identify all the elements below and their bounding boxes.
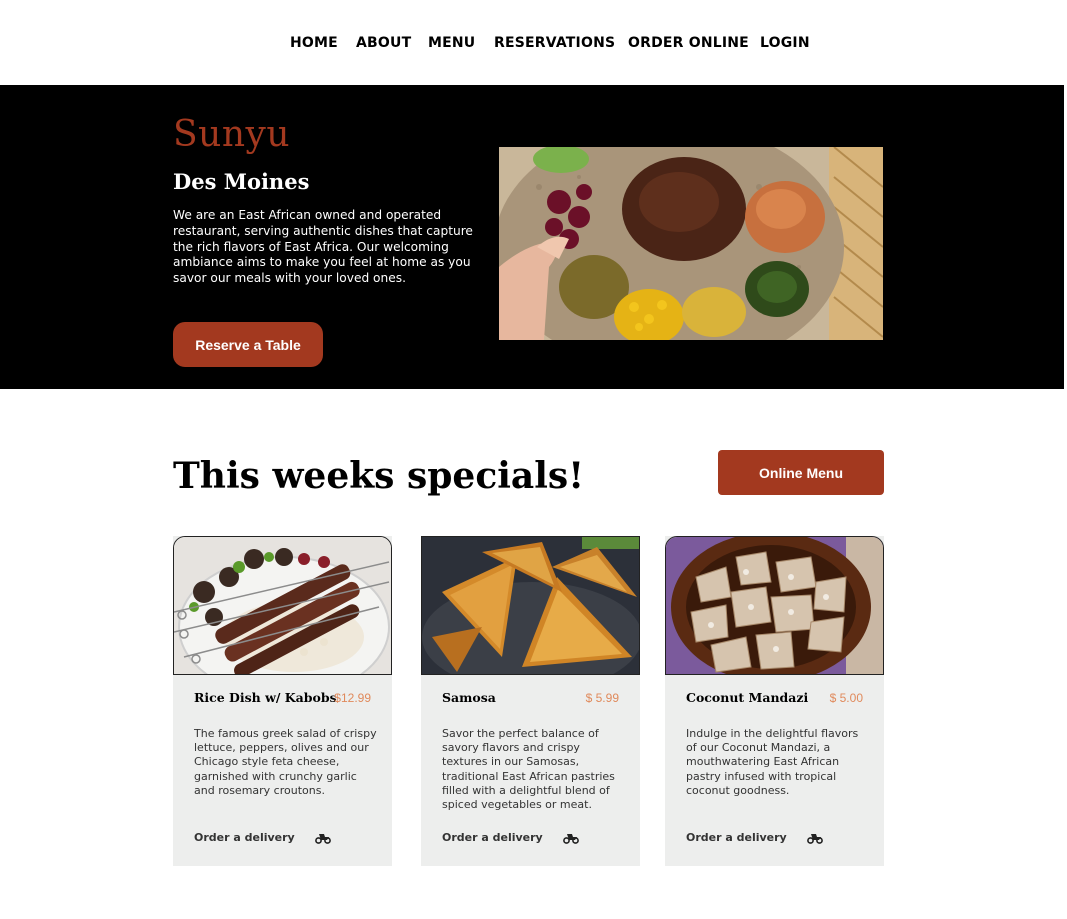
motorcycle-icon — [806, 833, 823, 844]
card-description: The famous greek salad of crispy lettuce… — [194, 727, 377, 797]
special-card-coconut-mandazi: Coconut Mandazi $ 5.00 Indulge in the de… — [665, 536, 884, 866]
order-delivery-link[interactable]: Order a delivery — [686, 831, 823, 844]
nav-home[interactable]: HOME — [290, 35, 338, 51]
main-nav: HOME ABOUT MENU RESERVATIONS ORDER ONLIN… — [0, 0, 1067, 85]
nav-menu[interactable]: MENU — [428, 35, 475, 51]
coconut-mandazi-image — [665, 536, 884, 675]
order-delivery-label: Order a delivery — [686, 831, 787, 844]
reserve-table-button[interactable]: Reserve a Table — [173, 322, 323, 367]
nav-order-online[interactable]: ORDER ONLINE — [628, 35, 749, 51]
motorcycle-icon — [562, 833, 579, 844]
card-title: Rice Dish w/ Kabobs — [194, 690, 337, 705]
order-delivery-label: Order a delivery — [194, 831, 295, 844]
hero-food-image — [499, 147, 883, 340]
order-delivery-link[interactable]: Order a delivery — [442, 831, 579, 844]
online-menu-button[interactable]: Online Menu — [718, 450, 884, 495]
samosa-image — [421, 536, 640, 675]
motorcycle-icon — [314, 833, 331, 844]
card-title: Samosa — [442, 690, 496, 705]
card-description: Savor the perfect balance of savory flav… — [442, 727, 615, 812]
card-title: Coconut Mandazi — [686, 690, 809, 705]
restaurant-description: We are an East African owned and operate… — [173, 208, 473, 286]
hero-section: Sunyu Des Moines We are an East African … — [0, 85, 1064, 389]
nav-about[interactable]: ABOUT — [356, 35, 411, 51]
order-delivery-label: Order a delivery — [442, 831, 543, 844]
special-card-samosa: Samosa $ 5.99 Savor the perfect balance … — [421, 536, 640, 866]
restaurant-city: Des Moines — [173, 169, 310, 194]
order-delivery-link[interactable]: Order a delivery — [194, 831, 331, 844]
card-description: Indulge in the delightful flavors of our… — [686, 727, 859, 797]
rice-kabobs-image — [173, 536, 392, 675]
card-price: $ 5.00 — [829, 691, 863, 705]
card-price: $ 5.99 — [585, 691, 619, 705]
card-price: $12.99 — [334, 691, 371, 705]
nav-reservations[interactable]: RESERVATIONS — [494, 35, 615, 51]
specials-title: This weeks specials! — [173, 455, 584, 497]
nav-login[interactable]: LOGIN — [760, 35, 810, 51]
special-card-rice-kabobs: Rice Dish w/ Kabobs $12.99 The famous gr… — [173, 536, 392, 866]
restaurant-name: Sunyu — [173, 114, 291, 155]
